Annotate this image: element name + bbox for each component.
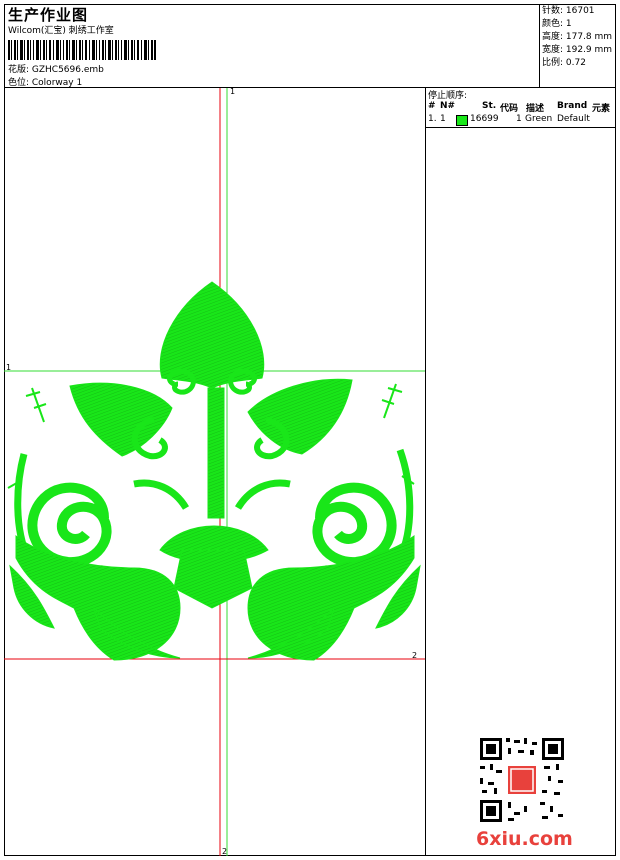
marker-right: 2 xyxy=(412,651,417,660)
header-panel: 生产作业图 Wilcom(汇宝) 刺绣工作室 花版: GZHC5696.emb … xyxy=(4,4,540,88)
col-index-header: # xyxy=(428,101,436,111)
marker-left: 1 xyxy=(6,363,11,372)
col-description-header: 描述 xyxy=(526,104,545,114)
software-subtitle: Wilcom(汇宝) 刺绣工作室 xyxy=(8,26,114,36)
col-brand-header: Brand xyxy=(557,101,588,111)
marker-bottom: 2 xyxy=(222,847,227,856)
row-code: 1 xyxy=(516,114,522,124)
page-title: 生产作业图 xyxy=(8,6,89,24)
col-code-header: 代码 xyxy=(500,104,519,114)
col-element-header: 元素 xyxy=(592,104,611,114)
design-scale: 比例: 0.72 xyxy=(542,58,586,68)
stop-sequence-title: 停止顺序: xyxy=(428,91,468,101)
row-brand: Default xyxy=(557,114,590,124)
barcode-icon xyxy=(8,40,156,60)
seal-icon xyxy=(508,766,536,794)
table-divider xyxy=(426,127,616,128)
watermark-logo: 6xiu.com xyxy=(476,828,573,850)
embroidery-preview: 1 1 2 2 xyxy=(4,88,425,856)
design-height: 高度: 177.8 mm xyxy=(542,32,613,42)
design-file-label: 花版: GZHC5696.emb xyxy=(8,65,104,75)
design-width: 宽度: 192.9 mm xyxy=(542,45,613,55)
table-row: 1. 1 16699 1 Green Default xyxy=(426,114,616,127)
embroidery-design xyxy=(9,281,421,661)
col-stitches-header: St. xyxy=(482,101,497,111)
colorway-label: 色位: Colorway 1 xyxy=(8,78,83,88)
color-swatch xyxy=(456,115,468,126)
row-needle: 1 xyxy=(440,114,446,124)
stop-table-header: # N# St. 代码 描述 Brand 元素 xyxy=(426,101,616,114)
color-count: 颜色: 1 xyxy=(542,19,572,29)
marker-top: 1 xyxy=(230,88,235,96)
row-stitches: 16699 xyxy=(470,114,499,124)
stats-panel: 针数: 16701 颜色: 1 高度: 177.8 mm 宽度: 192.9 m… xyxy=(540,4,616,88)
row-index: 1. xyxy=(428,114,437,124)
col-needle-header: N# xyxy=(440,101,456,111)
qr-code-icon xyxy=(478,736,566,824)
design-canvas: 1 1 2 2 xyxy=(4,88,426,856)
row-description: Green xyxy=(525,114,553,124)
stitch-count: 针数: 16701 xyxy=(542,6,595,16)
